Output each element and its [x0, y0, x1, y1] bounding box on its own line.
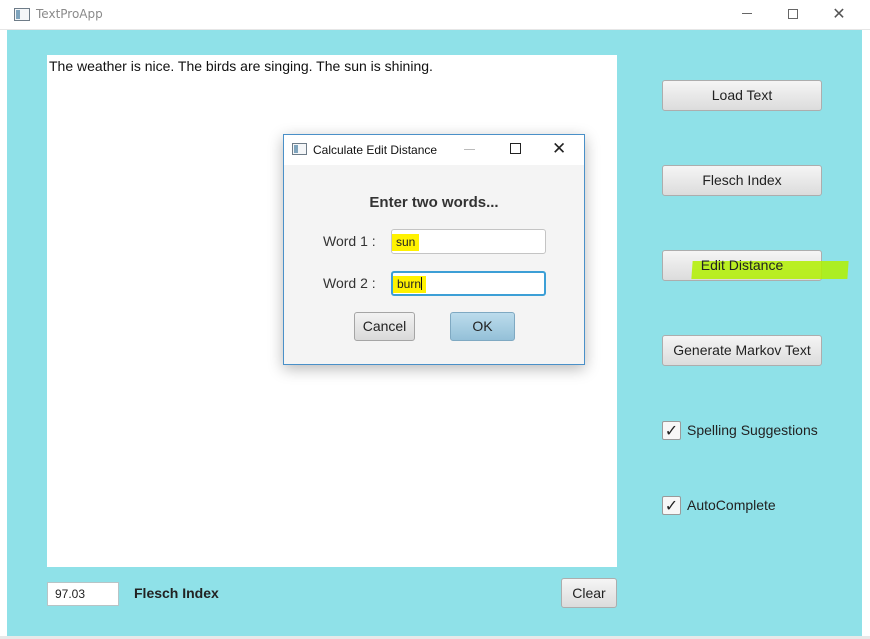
- edit-distance-label: Edit Distance: [700, 257, 784, 273]
- minimize-icon: [742, 13, 752, 14]
- text-caret: [421, 277, 423, 290]
- cancel-button[interactable]: Cancel: [354, 312, 415, 341]
- dialog-app-icon: [292, 143, 307, 155]
- edit-distance-dialog: Calculate Edit Distance ✕ Enter two word…: [283, 134, 585, 365]
- dialog-close-icon[interactable]: ✕: [552, 139, 566, 159]
- autocomplete-checkbox[interactable]: ✓: [662, 496, 681, 515]
- app-icon: [14, 8, 30, 21]
- app-title: TextProApp: [36, 7, 103, 21]
- editor-text: The weather is nice. The birds are singi…: [49, 58, 433, 74]
- dialog-header: Enter two words...: [369, 194, 499, 211]
- dialog-titlebar: Calculate Edit Distance ✕: [284, 135, 584, 165]
- flesch-score-field[interactable]: 97.03: [47, 582, 119, 606]
- dialog-minimize-icon: [464, 149, 475, 150]
- word2-value: burn: [397, 277, 422, 291]
- word2-value-highlight: burn: [393, 276, 427, 293]
- close-button[interactable]: ✕: [816, 0, 862, 30]
- maximize-icon: [788, 8, 798, 19]
- word2-label: Word 2 :: [323, 275, 376, 291]
- main-titlebar: TextProApp ✕: [0, 0, 870, 30]
- dialog-maximize-button[interactable]: [510, 143, 521, 154]
- maximize-button[interactable]: [770, 0, 816, 30]
- flesch-index-button[interactable]: Flesch Index: [662, 165, 822, 196]
- autocomplete-label: AutoComplete: [687, 497, 776, 513]
- word2-input[interactable]: burn: [391, 271, 546, 296]
- word1-input[interactable]: sun: [391, 229, 546, 254]
- minimize-button[interactable]: [724, 0, 770, 30]
- word1-label: Word 1 :: [323, 233, 376, 249]
- clear-button[interactable]: Clear: [561, 578, 617, 608]
- dialog-title: Calculate Edit Distance: [313, 143, 438, 157]
- spelling-suggestions-label: Spelling Suggestions: [687, 422, 818, 438]
- word1-value: sun: [392, 234, 420, 251]
- spelling-suggestions-checkbox[interactable]: ✓: [662, 421, 681, 440]
- close-icon: ✕: [832, 4, 846, 23]
- flesch-score-label: Flesch Index: [134, 585, 219, 601]
- ok-button[interactable]: OK: [450, 312, 515, 341]
- load-text-button[interactable]: Load Text: [662, 80, 822, 111]
- generate-markov-text-button[interactable]: Generate Markov Text: [662, 335, 822, 366]
